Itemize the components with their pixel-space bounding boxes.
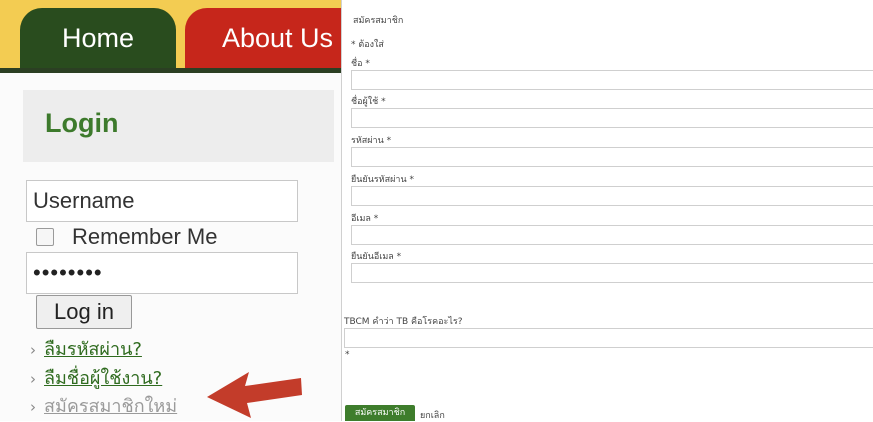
register-link[interactable]: › สมัครสมาชิกใหม่ — [30, 391, 177, 420]
confirm-email-label: ยืนยันอีเมล * — [351, 252, 402, 262]
register-submit-button[interactable]: สมัครสมาชิก — [345, 405, 415, 421]
email-label: อีเมล * — [351, 214, 379, 224]
chevron-right-icon: › — [30, 370, 36, 388]
login-title: Login — [45, 108, 119, 138]
login-button[interactable]: Log in — [36, 295, 132, 329]
security-question-input[interactable] — [344, 328, 873, 348]
chevron-right-icon: › — [30, 341, 36, 359]
question-required-mark: * — [345, 350, 350, 360]
confirm-email-input[interactable] — [351, 263, 873, 283]
forgot-password-link[interactable]: › ลืมรหัสผ่าน? — [30, 334, 142, 363]
chevron-right-icon: › — [30, 398, 36, 416]
register-link-text[interactable]: สมัครสมาชิกใหม่ — [44, 396, 177, 417]
form-title: สมัครสมาชิก — [353, 16, 404, 26]
forgot-username-text[interactable]: ลืมชื่อผู้ใช้งาน? — [44, 368, 162, 389]
username-input[interactable]: Username — [26, 180, 298, 222]
top-navigation: Home About Us — [0, 0, 341, 73]
remember-me-checkbox[interactable] — [36, 228, 54, 246]
login-panel: Home About Us Login Username Remember Me… — [0, 0, 341, 421]
password-label: รหัสผ่าน * — [351, 136, 392, 146]
nav-tab-home[interactable]: Home — [20, 8, 176, 68]
red-arrow-icon — [207, 372, 302, 418]
password-input[interactable]: •••••••• — [26, 252, 298, 294]
registration-panel: สมัครสมาชิก * ต้องใส่ ชื่อ * ชื่อผู้ใช้ … — [341, 0, 873, 421]
email-input[interactable] — [351, 225, 873, 245]
confirm-password-label: ยืนยันรหัสผ่าน * — [351, 175, 414, 185]
confirm-password-input[interactable] — [351, 186, 873, 206]
remember-me[interactable]: Remember Me — [36, 224, 217, 250]
security-question-label: TBCM คำว่า TB คือโรคอะไร? — [344, 317, 463, 327]
forgot-password-text[interactable]: ลืมรหัสผ่าน? — [44, 339, 142, 360]
register-password-input[interactable] — [351, 147, 873, 167]
forgot-username-link[interactable]: › ลืมชื่อผู้ใช้งาน? — [30, 363, 162, 392]
name-label: ชื่อ * — [351, 59, 370, 69]
required-note: * ต้องใส่ — [351, 40, 384, 50]
register-username-input[interactable] — [351, 108, 873, 128]
username-label: ชื่อผู้ใช้ * — [351, 97, 386, 107]
remember-me-label: Remember Me — [72, 224, 218, 249]
cancel-link[interactable]: ยกเลิก — [420, 408, 445, 422]
login-header-box: Login — [23, 90, 334, 162]
name-input[interactable] — [351, 70, 873, 90]
nav-tab-about-us[interactable]: About Us — [185, 8, 341, 68]
